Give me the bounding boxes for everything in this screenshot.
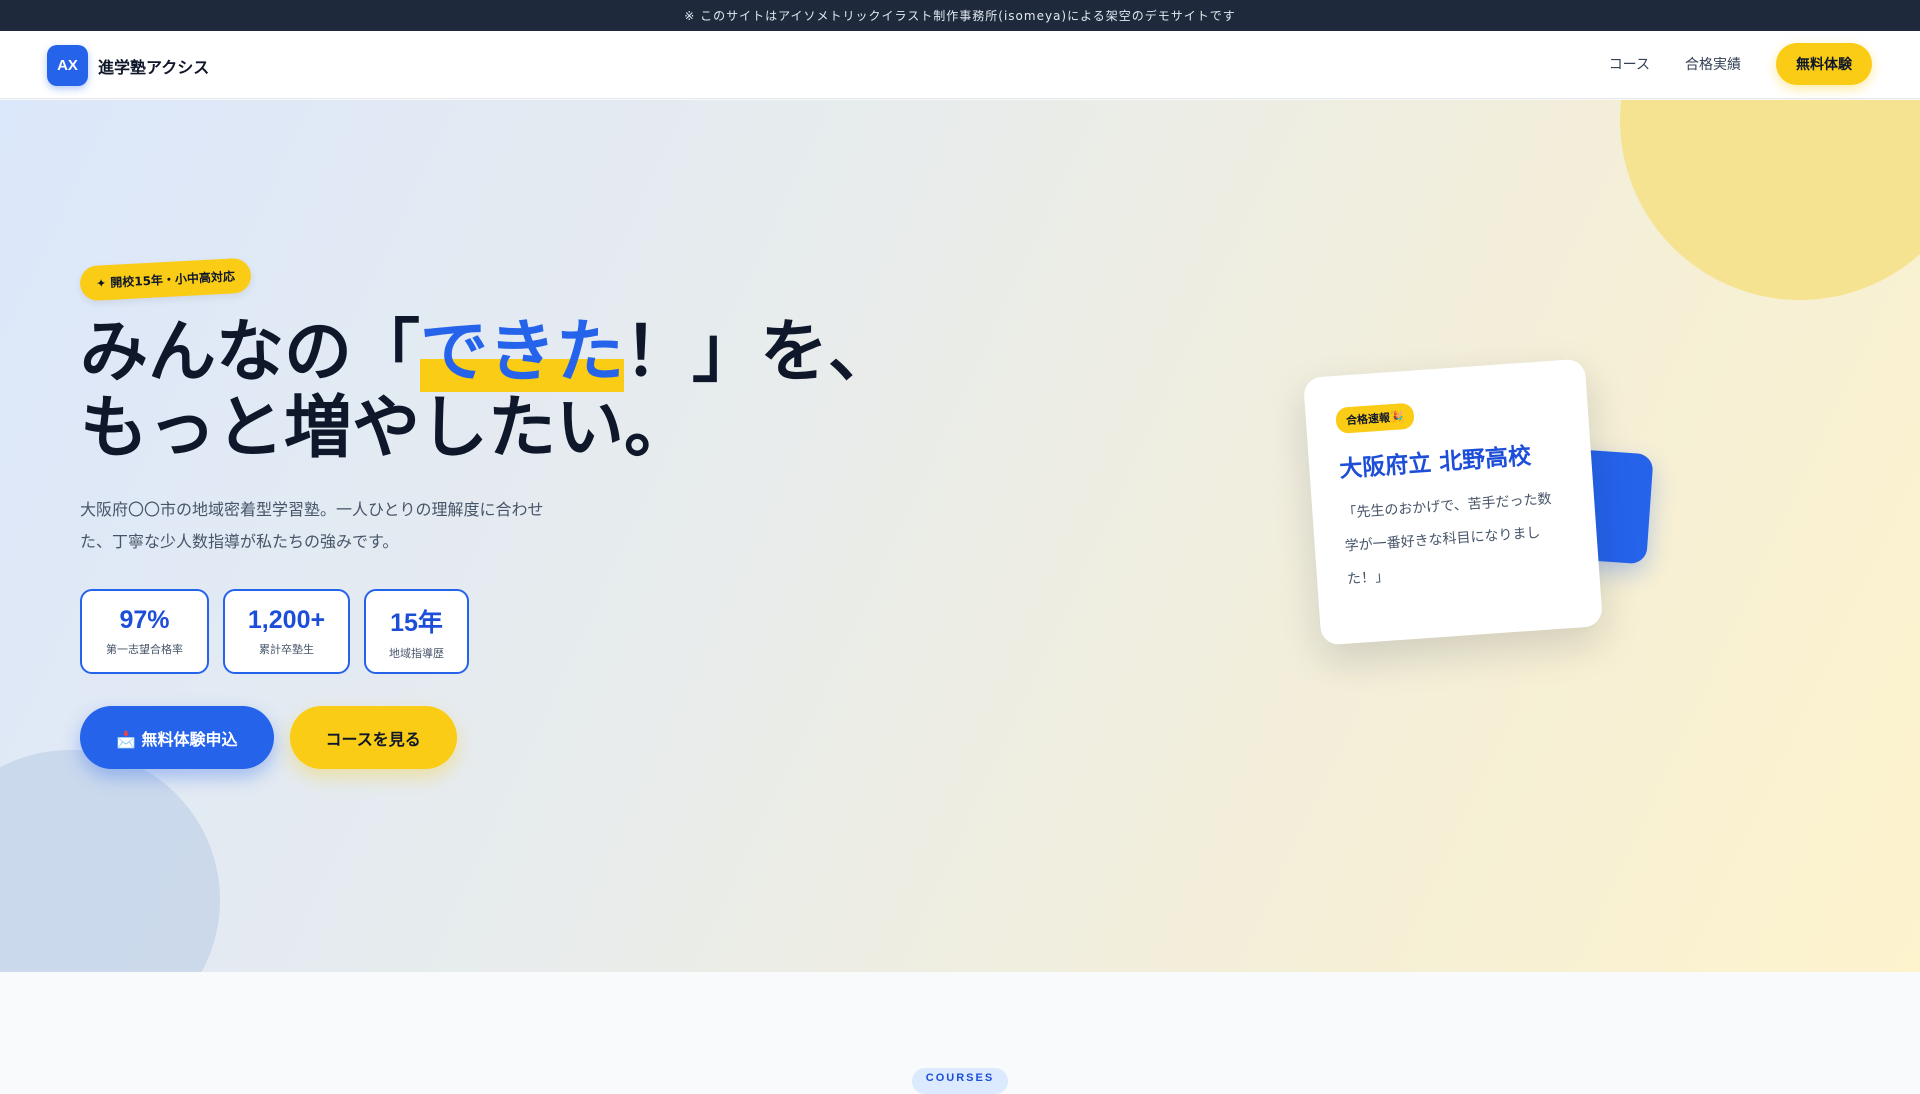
logo-mark-icon: AX [47,45,88,86]
result-card-quote: 「先生のおかげで、苦手だった数学が一番好きな科目になりました！」 [1341,491,1553,588]
stat-card: 15年 地域指導歴 [364,589,469,674]
nav-link-results[interactable]: 合格実績 [1685,54,1741,74]
free-trial-apply-button[interactable]: 📩 無料体験申込 [80,706,274,769]
stat-value: 15年 [390,608,443,637]
main-nav: コース 合格実績 無料体験 [1609,43,1872,85]
headline-highlight: できた [420,313,625,392]
stat-label: 地域指導歴 [389,646,444,660]
stat-value: 1,200+ [247,606,326,634]
hero-headline: みんなの「できた！」を、 もっと増やしたい。 [80,313,897,468]
stat-label: 累計卒塾生 [259,643,314,656]
view-courses-button[interactable]: コースを見る [289,706,457,769]
stat-label: 第一志望合格率 [106,643,183,656]
result-card: 合格速報🎉 大阪府立 北野高校 「先生のおかげで、苦手だった数学が一番好きな科目… [1302,358,1604,646]
hero-buttons: 📩 無料体験申込 コースを見る [80,706,457,769]
hero-section: ✦ 開校15年・小中高対応 みんなの「できた！」を、 もっと増やしたい。 大阪府… [0,100,1920,972]
site-name: 進学塾アクシス [98,57,210,77]
demo-notice-text: ※ このサイトはアイソメトリックイラスト制作事務所(isomeya)による架空の… [684,9,1236,23]
courses-section: COURSES [0,972,1920,1094]
stat-card: 1,200+ 累計卒塾生 [223,589,350,674]
headline-line1-before: みんなの「 [80,313,421,392]
stat-card: 97% 第一志望合格率 [80,589,209,674]
hero-lead-text: 大阪府〇〇市の地域密着型学習塾。一人ひとりの理解度に合わせた、丁寧な少人数指導が… [80,500,544,551]
decorative-yellow-circle [1620,100,1920,300]
nav-link-courses[interactable]: コース [1609,54,1650,74]
headline-line2: もっと増やしたい。 [80,389,693,468]
stats-row: 97% 第一志望合格率 1,200+ 累計卒塾生 15年 地域指導歴 [80,589,483,674]
free-trial-nav-button[interactable]: 無料体験 [1776,43,1872,85]
result-card-school: 大阪府立 北野高校 [1338,443,1532,483]
demo-notice-bar: ※ このサイトはアイソメトリックイラスト制作事務所(isomeya)による架空の… [0,0,1920,31]
stat-value: 97% [119,606,170,634]
courses-section-tag: COURSES [912,1068,1008,1094]
result-card-tag: 合格速報🎉 [1335,402,1415,434]
hero-badge: ✦ 開校15年・小中高対応 [79,257,252,302]
site-header: AX 進学塾アクシス コース 合格実績 無料体験 [0,31,1920,99]
site-logo[interactable]: AX 進学塾アクシス [47,45,209,86]
decorative-blue-circle [0,750,220,972]
headline-line1-after: ！」を、 [624,313,897,392]
